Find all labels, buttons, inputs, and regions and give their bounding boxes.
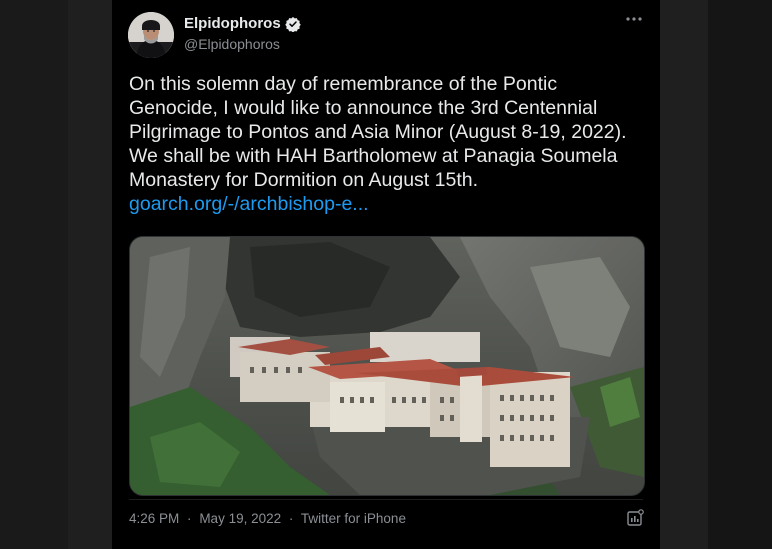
tweet-date[interactable]: May 19, 2022 — [199, 511, 281, 526]
monastery-photo — [130, 237, 644, 495]
meta-separator: · — [288, 511, 294, 526]
tweet-body: On this solemn day of remembrance of the… — [129, 73, 627, 191]
tweet-card: Elpidophoros @Elpidophoros On this solem… — [112, 0, 660, 549]
meta-separator: · — [187, 511, 192, 526]
avatar[interactable] — [128, 12, 174, 58]
screenshot-frame: Elpidophoros @Elpidophoros On this solem… — [0, 0, 772, 549]
right-gutter — [660, 0, 708, 549]
tweet-link[interactable]: goarch.org/-/archbishop-e... — [129, 192, 649, 216]
right-margin — [708, 0, 772, 549]
analytics-icon[interactable] — [626, 509, 644, 527]
divider — [129, 499, 643, 500]
left-margin — [0, 0, 68, 549]
tweet-meta: 4:26 PM · May 19, 2022 · Twitter for iPh… — [129, 511, 406, 526]
left-gutter — [68, 0, 112, 549]
more-options-icon[interactable] — [624, 14, 644, 28]
tweet-time[interactable]: 4:26 PM — [129, 511, 179, 526]
tweet-media-image[interactable] — [129, 236, 645, 496]
author-handle[interactable]: @Elpidophoros — [184, 36, 280, 52]
tweet-source[interactable]: Twitter for iPhone — [301, 511, 406, 526]
author-name-text[interactable]: Elpidophoros — [184, 15, 281, 32]
author-name[interactable]: Elpidophoros — [184, 15, 301, 32]
tweet-text: On this solemn day of remembrance of the… — [129, 72, 649, 216]
verified-badge-icon — [284, 16, 301, 32]
